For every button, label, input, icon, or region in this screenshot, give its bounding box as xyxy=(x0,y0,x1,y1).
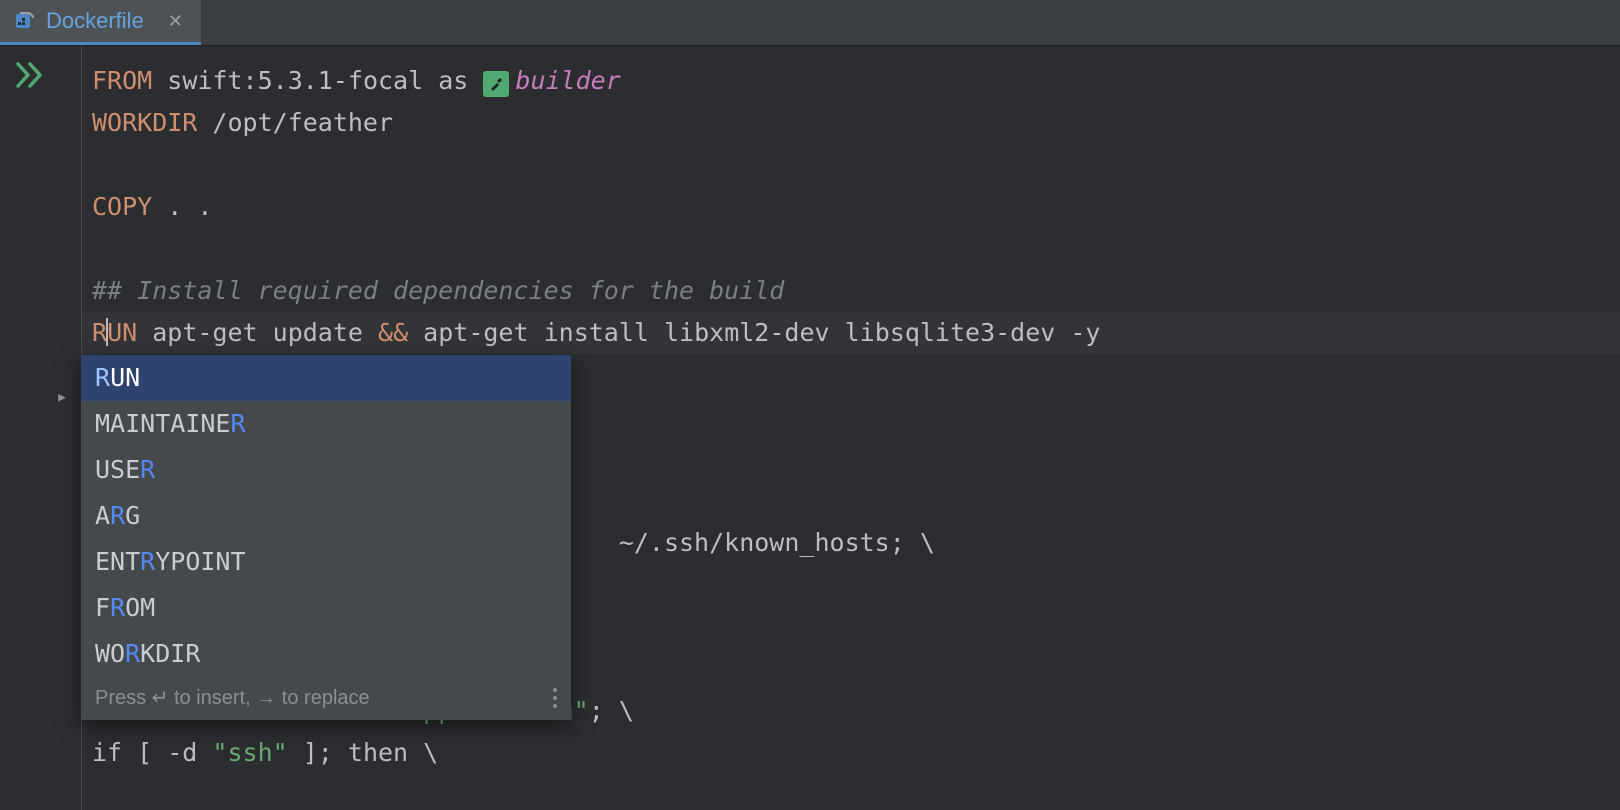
tab-bar: Dockerfile ✕ xyxy=(0,0,1620,46)
tab-label: Dockerfile xyxy=(46,8,144,34)
run-gutter-icon[interactable] xyxy=(16,62,46,88)
autocomplete-popup: RUN MAINTAINER USER ARG ENTRYPOINT FROM … xyxy=(81,355,571,720)
more-options-icon[interactable] xyxy=(553,688,557,708)
autocomplete-item[interactable]: RUN xyxy=(81,355,571,401)
run-remainder: UN xyxy=(107,318,137,347)
item-highlight: R xyxy=(230,409,245,438)
item-highlight: R xyxy=(95,363,110,392)
fold-arrow-icon[interactable]: ▸ xyxy=(56,384,68,408)
cmd-tail: ; \ xyxy=(589,696,634,725)
autocomplete-item[interactable]: USER xyxy=(81,447,571,493)
cmd-text: if [ -d xyxy=(92,738,212,767)
code-line: ## Install required dependencies for the… xyxy=(82,270,1620,312)
autocomplete-item[interactable]: MAINTAINER xyxy=(81,401,571,447)
cmd-tail: ~/.ssh/known_hosts; \ xyxy=(619,528,935,557)
item-post: UN xyxy=(110,363,140,392)
code-line xyxy=(82,228,1620,270)
image-ref: swift:5.3.1-focal xyxy=(167,66,423,95)
operator: && xyxy=(378,318,408,347)
item-highlight: R xyxy=(140,547,155,576)
item-highlight: R xyxy=(140,455,155,484)
copy-args: . . xyxy=(167,192,212,221)
cmd-text: apt-get update xyxy=(152,318,378,347)
code-line: if [ -d "ssh" ]; then \ xyxy=(82,732,1620,774)
autocomplete-hint: Press ↵ to insert, → to replace xyxy=(95,685,370,710)
code-line: FROM swift:5.3.1-focal as builder xyxy=(82,60,1620,102)
dockerfile-icon xyxy=(14,10,36,32)
keyword-copy: COPY xyxy=(92,192,152,221)
code-line: COPY . . xyxy=(82,186,1620,228)
hammer-icon xyxy=(483,71,509,97)
close-icon[interactable]: ✕ xyxy=(168,11,183,32)
autocomplete-item[interactable]: ARG xyxy=(81,493,571,539)
stage-name: builder xyxy=(515,66,620,95)
code-line-current: RUN apt-get update && apt-get install li… xyxy=(82,312,1620,354)
cmd-text: ]; then \ xyxy=(288,738,439,767)
cmd-text: apt-get install libxml2-dev libsqlite3-d… xyxy=(408,318,1100,347)
item-post: KDIR xyxy=(140,639,200,668)
code-line xyxy=(82,144,1620,186)
item-pre: ENT xyxy=(95,547,140,576)
item-post: G xyxy=(125,501,140,530)
item-post: OM xyxy=(125,593,155,622)
item-pre: F xyxy=(95,593,110,622)
comment: ## Install required dependencies for the… xyxy=(92,276,784,305)
code-line: WORKDIR /opt/feather xyxy=(82,102,1620,144)
item-pre: WO xyxy=(95,639,125,668)
autocomplete-item[interactable]: FROM xyxy=(81,585,571,631)
keyword-workdir: WORKDIR xyxy=(92,108,197,137)
item-post: YPOINT xyxy=(155,547,245,576)
item-pre: USE xyxy=(95,455,140,484)
autocomplete-item[interactable]: ENTRYPOINT xyxy=(81,539,571,585)
workdir-path: /opt/feather xyxy=(212,108,393,137)
item-pre: MAINTAINE xyxy=(95,409,230,438)
string-literal: "ssh" xyxy=(212,738,287,767)
autocomplete-item[interactable]: WORKDIR xyxy=(81,631,571,677)
item-highlight: R xyxy=(125,639,140,668)
item-highlight: R xyxy=(110,501,125,530)
item-highlight: R xyxy=(110,593,125,622)
keyword-run: RUN xyxy=(92,318,137,347)
keyword-as: as xyxy=(438,66,468,95)
tab-dockerfile[interactable]: Dockerfile ✕ xyxy=(0,0,201,45)
item-pre: A xyxy=(95,501,110,530)
keyword-from: FROM xyxy=(92,66,152,95)
autocomplete-footer: Press ↵ to insert, → to replace xyxy=(81,677,571,720)
run-typed-char: R xyxy=(92,318,107,347)
